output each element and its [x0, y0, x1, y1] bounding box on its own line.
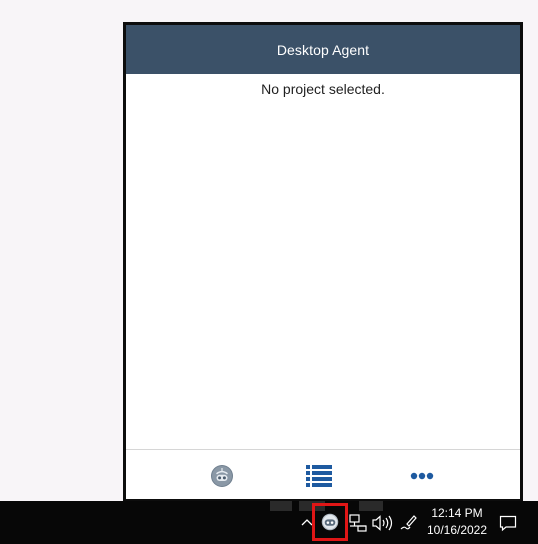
- desktop-agent-window: Desktop Agent No project selected.: [123, 22, 523, 502]
- pen-icon[interactable]: [398, 513, 418, 533]
- more-options-button[interactable]: [392, 450, 452, 499]
- agent-footer: [126, 449, 520, 499]
- network-icon[interactable]: [348, 513, 368, 533]
- notification-icon[interactable]: [498, 513, 518, 533]
- system-clock[interactable]: 12:14 PM 10/16/2022: [424, 505, 490, 539]
- robot-button[interactable]: [192, 450, 252, 499]
- desktop-agent-tray-button[interactable]: [312, 503, 348, 541]
- taskbar-ghost-icon: [270, 501, 292, 511]
- list-button[interactable]: [289, 450, 349, 499]
- agent-header: Desktop Agent: [126, 25, 520, 74]
- more-icon: [410, 472, 434, 480]
- agent-title: Desktop Agent: [276, 41, 370, 58]
- volume-icon[interactable]: [371, 513, 393, 533]
- list-icon: [306, 465, 332, 487]
- desktop-agent-icon: [321, 513, 339, 531]
- clock-date: 10/16/2022: [426, 523, 488, 537]
- clock-time: 12:14 PM: [431, 506, 483, 520]
- taskbar: 12:14 PM 10/16/2022: [0, 501, 538, 544]
- agent-content: No project selected.: [126, 74, 520, 449]
- taskbar-ghost-icon: [359, 501, 383, 511]
- empty-state-message: No project selected.: [261, 81, 385, 97]
- robot-icon: [211, 465, 233, 487]
